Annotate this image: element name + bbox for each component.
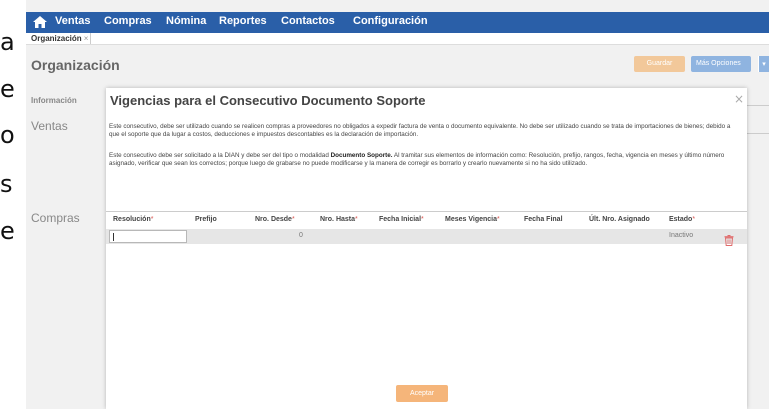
- table-row[interactable]: 0 Inactivo: [106, 229, 747, 246]
- required-mark: *: [150, 216, 154, 223]
- col-label: Fecha Inicial: [379, 216, 422, 223]
- col-label: Estado: [669, 216, 693, 223]
- col-nro-desde[interactable]: Nro. Desde*: [255, 216, 295, 223]
- resolucion-input[interactable]: [109, 230, 187, 243]
- modal-paragraph-1: Este consecutivo, debe ser utilizado cua…: [109, 123, 731, 138]
- required-mark: *: [291, 216, 295, 223]
- background-char: e: [0, 75, 15, 103]
- section-informacion: Información: [31, 96, 77, 105]
- more-options-caret-icon[interactable]: ▾: [758, 56, 769, 72]
- grid-header: Resolución* Prefijo Nro. Desde* Nro. Has…: [106, 211, 747, 229]
- trash-icon[interactable]: [724, 231, 734, 246]
- nav-reportes[interactable]: Reportes: [219, 15, 267, 27]
- background-char: o: [0, 121, 15, 149]
- col-label: Últ. Nro. Asignado: [589, 216, 650, 223]
- accept-button[interactable]: Aceptar: [396, 385, 448, 402]
- tab-label: Organización: [31, 34, 82, 43]
- col-ult-nro-asignado[interactable]: Últ. Nro. Asignado: [589, 216, 650, 223]
- required-mark: *: [355, 216, 358, 223]
- close-icon[interactable]: ×: [734, 92, 744, 106]
- page-title: Organización: [31, 57, 120, 73]
- col-label: Resolución: [113, 216, 151, 223]
- nav-nomina[interactable]: Nómina: [166, 15, 206, 27]
- text-caret: [113, 233, 114, 241]
- tab-strip: Organización ×: [26, 33, 769, 45]
- background-char: s: [0, 170, 13, 198]
- app-window: Ventas Compras Nómina Reportes Contactos…: [26, 0, 769, 409]
- vigencias-modal: Vigencias para el Consecutivo Documento …: [106, 88, 747, 409]
- more-options-button[interactable]: Más Opciones: [691, 56, 751, 72]
- modal-title: Vigencias para el Consecutivo Documento …: [110, 93, 426, 108]
- col-label: Fecha Final: [524, 216, 563, 223]
- background-char: e: [0, 217, 15, 245]
- nav-configuracion[interactable]: Configuración: [353, 15, 428, 27]
- page-header: Organización Guardar Más Opciones ▾: [26, 45, 769, 83]
- col-meses-vigencia[interactable]: Meses Vigencia*: [445, 216, 500, 223]
- paragraph-text: Este consecutivo debe ser solicitado a l…: [109, 152, 331, 159]
- col-label: Prefijo: [195, 216, 217, 223]
- col-prefijo[interactable]: Prefijo: [195, 216, 217, 223]
- top-navigation: Ventas Compras Nómina Reportes Contactos…: [26, 12, 769, 33]
- modal-paragraph-2: Este consecutivo debe ser solicitado a l…: [109, 152, 742, 168]
- save-button[interactable]: Guardar: [634, 56, 685, 72]
- col-estado[interactable]: Estado*: [669, 216, 695, 223]
- required-mark: *: [497, 216, 500, 223]
- nav-ventas[interactable]: Ventas: [55, 15, 90, 27]
- section-compras: Compras: [31, 211, 80, 225]
- paragraph-bold-text: Documento Soporte.: [330, 152, 393, 159]
- col-fecha-inicial[interactable]: Fecha Inicial*: [379, 216, 424, 223]
- background-char: a: [0, 28, 15, 56]
- col-nro-hasta[interactable]: Nro. Hasta*: [320, 216, 358, 223]
- nro-desde-value[interactable]: 0: [299, 232, 303, 239]
- tab-close-icon[interactable]: ×: [84, 34, 89, 43]
- col-label: Nro. Hasta: [320, 216, 356, 223]
- tab-organizacion[interactable]: Organización ×: [29, 33, 92, 44]
- nav-contactos[interactable]: Contactos: [281, 15, 335, 27]
- required-mark: *: [421, 216, 424, 223]
- col-label: Nro. Desde: [255, 216, 292, 223]
- section-ventas: Ventas: [31, 119, 68, 133]
- nav-compras[interactable]: Compras: [104, 15, 152, 27]
- required-mark: *: [692, 216, 696, 223]
- home-icon[interactable]: [32, 14, 48, 30]
- col-label: Meses Vigencia: [445, 216, 498, 223]
- background-document-text: a e o s e: [0, 0, 26, 409]
- col-fecha-final[interactable]: Fecha Final: [524, 216, 563, 223]
- col-resolucion[interactable]: Resolución*: [113, 216, 153, 223]
- estado-value[interactable]: Inactivo: [669, 232, 693, 239]
